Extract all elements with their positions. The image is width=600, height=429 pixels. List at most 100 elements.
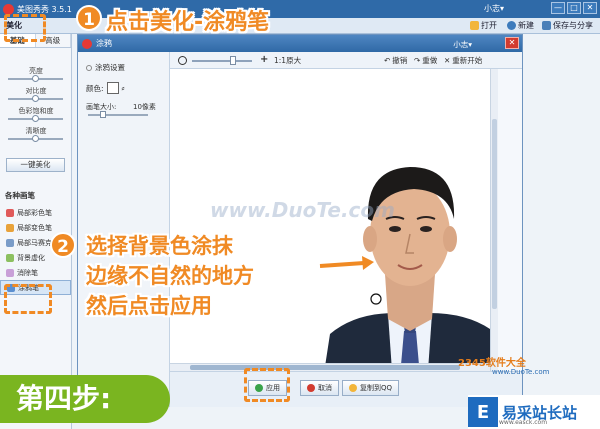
brand-url: www.easck.com <box>499 419 548 426</box>
zoom-slider-knob[interactable] <box>230 56 236 65</box>
open-button[interactable]: 打开 <box>470 20 497 31</box>
slider-knob[interactable] <box>32 75 39 82</box>
saturation-slider[interactable]: 色彩饱和度 <box>0 106 71 126</box>
brush-section-header: 各种画笔 <box>5 191 35 200</box>
step2-line-1: 选择背景色涂抹 <box>86 234 233 258</box>
zoom-slider-track <box>192 60 252 62</box>
left-ear <box>363 226 377 252</box>
restart-button[interactable]: ✕ 重新开始 <box>444 55 482 66</box>
color-swatch[interactable] <box>106 82 119 94</box>
horizontal-scrollbar[interactable] <box>170 363 490 371</box>
dialog-logo-icon <box>82 38 92 49</box>
brush-label: 局部变色笔 <box>17 223 52 232</box>
brightness-slider[interactable]: 亮度 <box>0 66 71 86</box>
brush-label: 消除笔 <box>17 268 38 277</box>
color-row: 颜色: ⸗ <box>86 82 125 94</box>
scrollbar-thumb[interactable] <box>492 119 497 309</box>
redo-icon: ↷ <box>414 56 421 65</box>
user-menu[interactable]: 小志▾ <box>484 3 504 14</box>
slider-knob[interactable] <box>32 95 39 102</box>
brush-label: 局部马赛克 <box>17 238 52 247</box>
copy-to-qq-button[interactable]: 复制到QQ <box>342 380 400 396</box>
brush-size-knob[interactable] <box>100 111 106 118</box>
download-site-logo: 2345软件大全 <box>458 358 526 369</box>
brush-item-local-color[interactable]: 局部彩色笔 <box>0 205 71 220</box>
color-label: 颜色: <box>86 83 104 93</box>
restart-icon: ✕ <box>444 56 451 65</box>
app-logo-icon <box>3 3 14 15</box>
brush-item-eraser[interactable]: 消除笔 <box>0 265 71 280</box>
actual-size-label: 1:1原大 <box>274 56 302 65</box>
plus-icon <box>507 21 516 30</box>
eyedropper-icon[interactable]: ⸗ <box>122 83 125 94</box>
minimize-button[interactable]: — <box>551 2 565 14</box>
mosaic-brush-icon <box>6 238 14 247</box>
slider-knob[interactable] <box>32 115 39 122</box>
brush-label: 局部彩色笔 <box>17 208 52 217</box>
step1-highlight-box <box>4 14 46 42</box>
maximize-button[interactable]: □ <box>567 2 581 14</box>
step1-instruction: 点击美化-涂鸦笔 <box>106 10 270 35</box>
screenshot-stage: 美图秀秀 3.5.1 小志▾ — □ ✕ 美化 打开 新建 保存与分享 基础 高… <box>0 0 600 429</box>
folder-icon <box>470 21 479 30</box>
sharpness-slider[interactable]: 清晰度 <box>0 126 71 146</box>
cancel-button[interactable]: 取消 <box>300 380 339 396</box>
color-brush-icon <box>6 208 14 217</box>
left-eye <box>389 226 401 232</box>
canvas-toolbar: + 1:1原大 ↶ 撤销 ↷ 重做 ✕ 重新开始 <box>170 52 522 69</box>
recolor-brush-icon <box>6 223 14 232</box>
brand-logo-icon: E <box>468 397 498 427</box>
one-key-beautify-button[interactable]: 一键美化 <box>6 158 65 172</box>
save-icon <box>542 21 551 30</box>
radio-icon <box>86 64 92 71</box>
brush-label: 背景虚化 <box>17 253 45 262</box>
download-site-url: www.DuoTe.com <box>492 368 550 376</box>
brush-size-label: 画笔大小: <box>86 103 117 111</box>
right-ear <box>443 226 457 252</box>
settings-header-label: 涂鸦设置 <box>95 63 125 72</box>
app-title: 美图秀秀 3.5.1 <box>17 4 72 14</box>
step-four-banner: 第四步: <box>0 375 170 423</box>
step2-line-2: 边缘不自然的地方 <box>86 264 254 288</box>
right-eye <box>420 226 432 232</box>
redo-button[interactable]: ↷ 重做 <box>414 55 437 66</box>
settings-header: 涂鸦设置 <box>86 62 125 73</box>
brush-cursor-icon <box>370 293 382 305</box>
undo-button[interactable]: ↶ 撤销 <box>384 55 407 66</box>
cancel-label: 取消 <box>318 384 332 392</box>
apply-highlight-box <box>244 368 290 402</box>
contrast-slider[interactable]: 对比度 <box>0 86 71 106</box>
brush-size-row: 画笔大小: 10像素 <box>86 102 166 112</box>
window-controls: — □ ✕ <box>551 2 597 14</box>
undo-icon: ↶ <box>384 56 391 65</box>
open-label: 打开 <box>481 21 497 30</box>
dialog-title-bar: 涂鸦 小志▾ ✕ <box>78 35 522 52</box>
step1-number: 1 <box>76 5 102 31</box>
dialog-close-button[interactable]: ✕ <box>505 37 519 49</box>
save-share-label: 保存与分享 <box>553 21 593 30</box>
close-button[interactable]: ✕ <box>583 2 597 14</box>
redo-label: 重做 <box>422 56 438 65</box>
step2-arrow-icon <box>319 256 374 270</box>
restart-label: 重新开始 <box>452 56 483 65</box>
doodle-brush-highlight-box <box>4 284 52 314</box>
brush-size-value: 10像素 <box>133 103 156 111</box>
new-label: 新建 <box>518 21 534 30</box>
vertical-scrollbar[interactable] <box>490 69 498 391</box>
new-button[interactable]: 新建 <box>507 20 534 31</box>
eraser-brush-icon <box>6 268 14 277</box>
step2-line-3: 然后点击应用 <box>86 294 212 318</box>
copy-to-qq-label: 复制到QQ <box>360 384 393 392</box>
save-share-button[interactable]: 保存与分享 <box>542 20 593 31</box>
scrollbar-thumb[interactable] <box>190 365 460 370</box>
dialog-user-menu[interactable]: 小志▾ <box>453 39 472 50</box>
zoom-icon <box>178 56 187 65</box>
slider-knob[interactable] <box>32 135 39 142</box>
zoom-in-icon[interactable]: + <box>260 54 268 65</box>
watermark-text: www.DuoTe.com <box>210 198 395 222</box>
undo-label: 撤销 <box>392 56 408 65</box>
qq-icon <box>349 384 357 392</box>
dialog-title: 涂鸦 <box>96 39 112 48</box>
actual-size-button[interactable]: 1:1原大 <box>274 55 301 66</box>
cancel-icon <box>307 384 315 392</box>
